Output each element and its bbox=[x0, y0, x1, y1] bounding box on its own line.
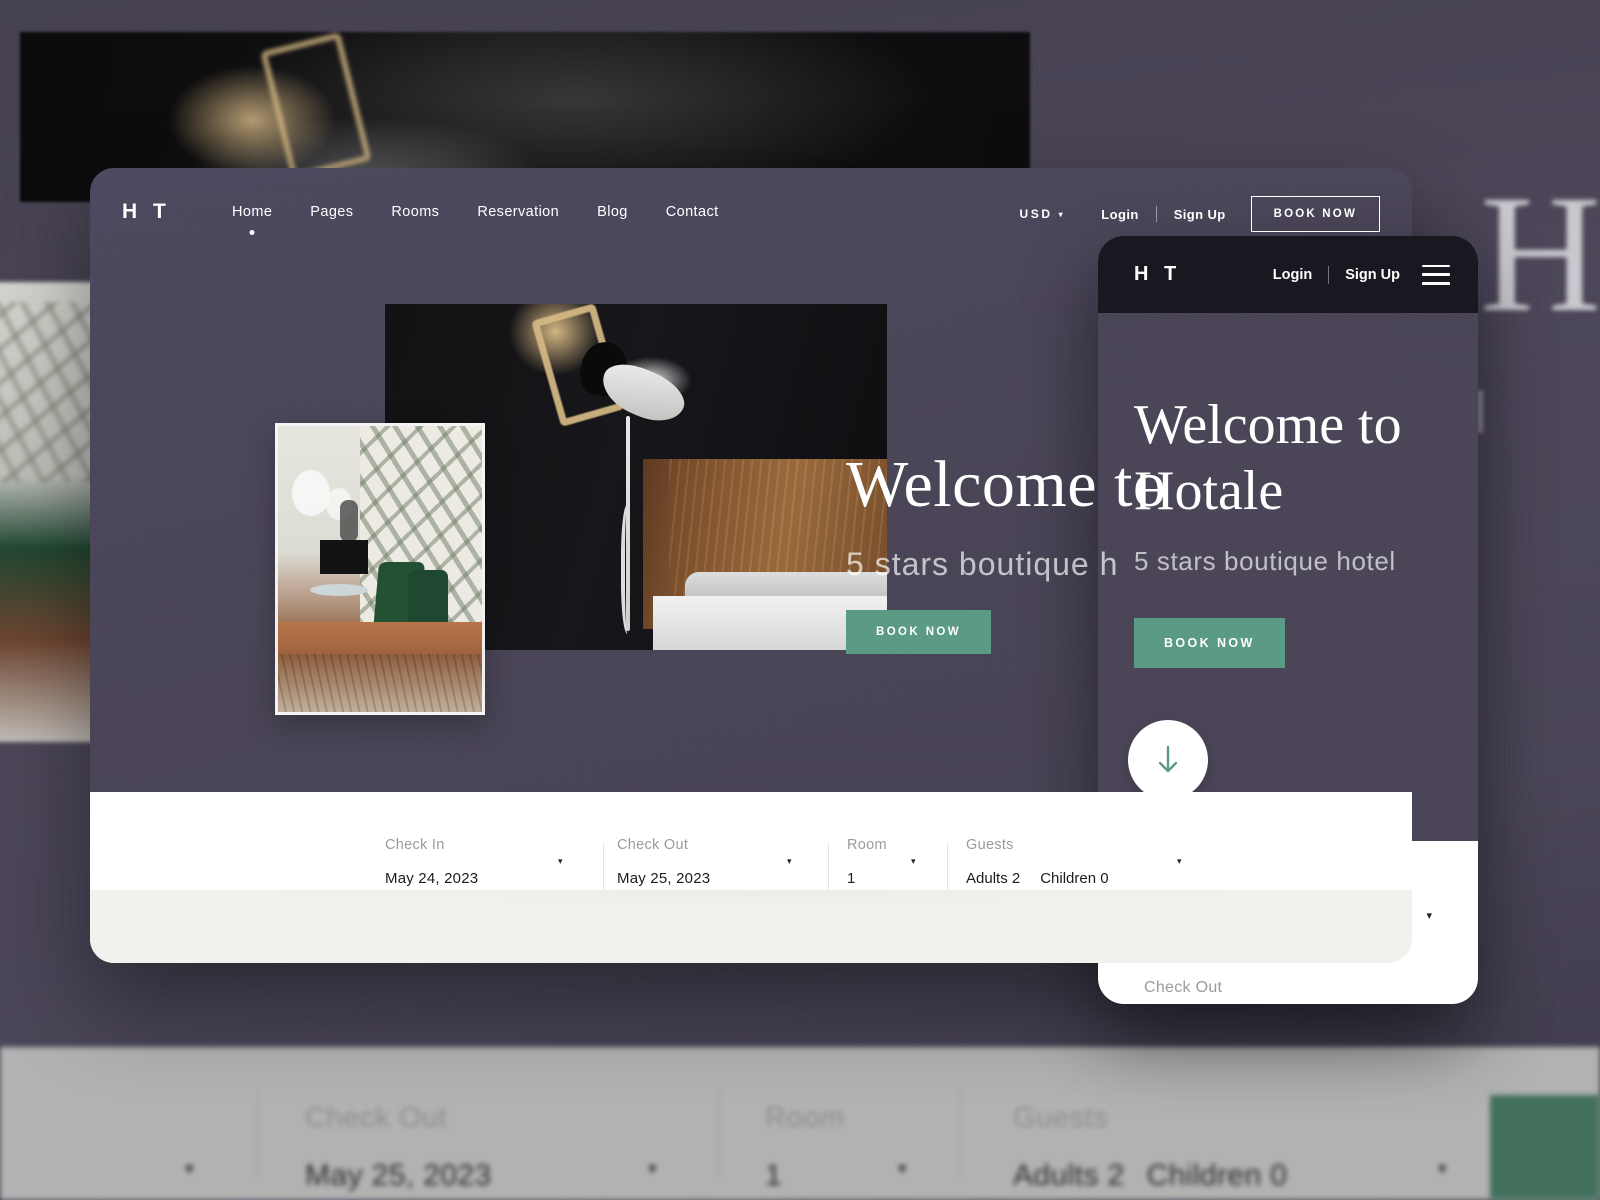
desktop-book-now-button[interactable]: BOOK NOW bbox=[1250, 196, 1380, 232]
television bbox=[320, 540, 368, 574]
nav-item-rooms[interactable]: Rooms bbox=[387, 204, 443, 220]
desktop-hero-title: Welcome to bbox=[846, 448, 1167, 521]
booking-room-caret-icon[interactable]: ▾ bbox=[911, 856, 916, 867]
desktop-navbar: H T Home Pages Rooms Reservation Blog Co… bbox=[90, 168, 1412, 264]
desktop-logo[interactable]: H T bbox=[122, 200, 171, 224]
scroll-down-button[interactable] bbox=[1128, 720, 1208, 800]
booking-guests-label: Guests bbox=[966, 837, 1014, 853]
desktop-booking-bar: Check In May 24, 2023 ▾ Check Out May 25… bbox=[90, 792, 1412, 963]
hero-lounge-photo bbox=[275, 423, 485, 715]
nav-item-blog[interactable]: Blog bbox=[593, 204, 632, 220]
strip-room-field: Room 1 bbox=[765, 1102, 845, 1193]
desktop-hero-book-now-button[interactable]: BOOK NOW bbox=[846, 610, 991, 654]
nav-item-contact[interactable]: Contact bbox=[662, 204, 723, 220]
strip-divider bbox=[960, 1087, 961, 1179]
booking-guests-field[interactable]: Guests Adults 2 Children 0 bbox=[966, 837, 1109, 887]
arrow-down-icon bbox=[1158, 745, 1178, 773]
strip-guests-field: Guests Adults 2 Children 0 bbox=[1013, 1102, 1287, 1193]
strip-book-button-blurred bbox=[1490, 1095, 1600, 1200]
strip-divider bbox=[258, 1087, 259, 1179]
strip-room-label: Room bbox=[765, 1102, 845, 1134]
booking-check-out-field[interactable]: Check Out May 25, 2023 bbox=[617, 837, 710, 887]
booking-check-in-field[interactable]: Check In May 24, 2023 bbox=[385, 837, 478, 887]
strip-room-caret-icon: ▾ bbox=[898, 1159, 907, 1178]
mobile-signup-link[interactable]: Sign Up bbox=[1345, 267, 1400, 283]
strip-children-value: Children 0 bbox=[1146, 1159, 1288, 1192]
nav-item-home[interactable]: Home bbox=[228, 204, 276, 220]
hamburger-menu-icon[interactable] bbox=[1422, 264, 1450, 285]
strip-check-out-caret-icon: ▾ bbox=[648, 1159, 657, 1178]
booking-bar-footer bbox=[90, 890, 1412, 963]
background-headline: H bbox=[1480, 161, 1600, 347]
booking-adults-value: Adults 2 bbox=[966, 870, 1021, 887]
strip-check-out-field: Check Out May 25, 2023 bbox=[305, 1102, 492, 1193]
nav-item-reservation[interactable]: Reservation bbox=[473, 204, 563, 220]
strip-check-out-label: Check Out bbox=[305, 1102, 448, 1134]
currency-label: USD bbox=[1019, 207, 1053, 221]
mobile-hero-title: Welcome to Hotale bbox=[1134, 392, 1402, 524]
strip-divider bbox=[718, 1087, 719, 1179]
booking-children-value: Children 0 bbox=[1040, 870, 1109, 887]
booking-divider bbox=[828, 844, 829, 892]
booking-check-in-label: Check In bbox=[385, 837, 445, 853]
desktop-nav-menu: Home Pages Rooms Reservation Blog Contac… bbox=[228, 204, 723, 220]
booking-check-out-value: May 25, 2023 bbox=[617, 870, 711, 887]
strip-check-in-caret-icon: ▾ bbox=[185, 1159, 194, 1178]
bottom-blurred-booking-strip: ▾ Check Out May 25, 2023 ▾ Room 1 ▾ Gues… bbox=[0, 1047, 1600, 1200]
strip-guests-caret-icon: ▾ bbox=[1438, 1159, 1447, 1178]
strip-guests-label: Guests bbox=[1013, 1102, 1109, 1134]
mobile-nav-divider bbox=[1328, 265, 1330, 284]
strip-adults-value: Adults 2 bbox=[1013, 1159, 1125, 1192]
lamp-cord-curve bbox=[621, 504, 637, 634]
pendant-lamp-1 bbox=[292, 470, 330, 516]
desktop-hero-subtitle: 5 stars boutique h bbox=[846, 546, 1119, 582]
mobile-hero-title-line2: Hotale bbox=[1134, 460, 1284, 523]
booking-room-label: Room bbox=[847, 837, 887, 853]
desktop-nav-divider bbox=[1155, 206, 1157, 222]
booking-check-in-caret-icon[interactable]: ▾ bbox=[558, 856, 563, 867]
booking-check-out-caret-icon[interactable]: ▾ bbox=[787, 856, 792, 867]
chevron-down-icon: ▾ bbox=[1058, 209, 1066, 219]
mobile-check-in-caret-icon[interactable]: ▾ bbox=[1426, 909, 1432, 922]
booking-check-out-label: Check Out bbox=[617, 837, 689, 853]
booking-check-in-value: May 24, 2023 bbox=[385, 870, 479, 887]
booking-guests-caret-icon[interactable]: ▾ bbox=[1177, 856, 1182, 867]
desktop-signup-link[interactable]: Sign Up bbox=[1174, 207, 1226, 222]
mobile-check-out-label: Check Out bbox=[1144, 979, 1223, 996]
strip-room-value: 1 bbox=[765, 1159, 783, 1192]
booking-room-field[interactable]: Room 1 bbox=[847, 837, 887, 887]
currency-selector[interactable]: USD ▾ bbox=[1020, 207, 1066, 221]
mobile-book-now-button[interactable]: BOOK NOW bbox=[1134, 618, 1285, 668]
wood-floor bbox=[278, 654, 482, 712]
mobile-nav-actions: Login Sign Up bbox=[1273, 264, 1450, 285]
mobile-login-link[interactable]: Login bbox=[1273, 267, 1312, 283]
floor-lamp bbox=[340, 500, 358, 542]
desktop-nav-actions: USD ▾ Login Sign Up BOOK NOW bbox=[1020, 196, 1380, 232]
booking-divider bbox=[603, 844, 604, 892]
mobile-check-out-field[interactable]: Check Out bbox=[1144, 979, 1432, 997]
mobile-hero-subtitle: 5 stars boutique hotel bbox=[1134, 546, 1396, 576]
mobile-logo[interactable]: H T bbox=[1134, 263, 1181, 286]
nav-item-pages[interactable]: Pages bbox=[306, 204, 357, 220]
booking-divider bbox=[947, 844, 948, 892]
booking-room-value: 1 bbox=[847, 870, 856, 887]
strip-check-out-value: May 25, 2023 bbox=[305, 1159, 492, 1192]
desktop-login-link[interactable]: Login bbox=[1101, 207, 1138, 222]
mobile-hero-title-line1: Welcome to bbox=[1134, 394, 1402, 456]
coffee-table bbox=[310, 584, 368, 596]
